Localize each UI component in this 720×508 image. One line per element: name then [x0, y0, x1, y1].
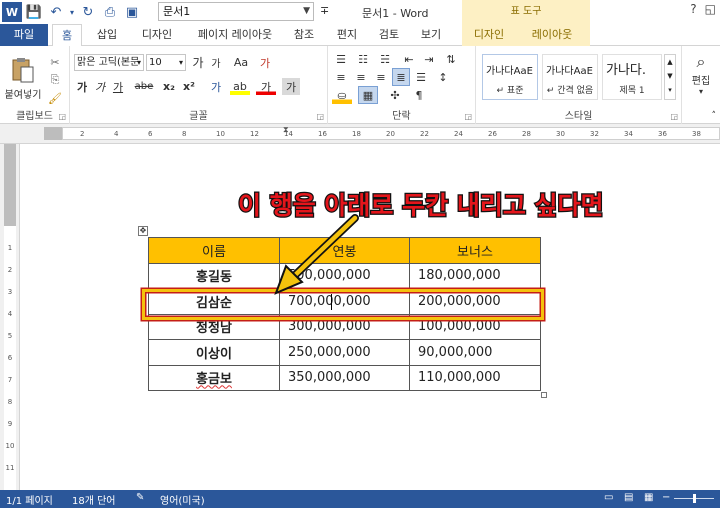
- language[interactable]: 영어(미국): [160, 492, 205, 507]
- zoom-out-icon[interactable]: −: [662, 492, 670, 503]
- web-layout-icon[interactable]: ▦: [644, 492, 653, 503]
- zoom-slider-thumb[interactable]: [693, 494, 696, 503]
- word-count[interactable]: 18개 단어: [72, 492, 116, 507]
- page-count[interactable]: 1/1 페이지: [6, 492, 53, 507]
- proofing-icon[interactable]: ✎: [136, 492, 144, 503]
- read-mode-icon[interactable]: ▭: [604, 492, 613, 503]
- annotation-arrow-icon: [274, 214, 359, 295]
- word-window: W 💾 ↶ ▾ ↻ ⎙ ▣ 문서1 ▼ ∓ 문서1 - Word 표 도구 ? …: [0, 0, 720, 508]
- status-bar: 1/1 페이지 18개 단어 ✎ 영어(미국) ▭ ▤ ▦ −: [0, 490, 720, 508]
- print-layout-icon[interactable]: ▤: [624, 492, 633, 503]
